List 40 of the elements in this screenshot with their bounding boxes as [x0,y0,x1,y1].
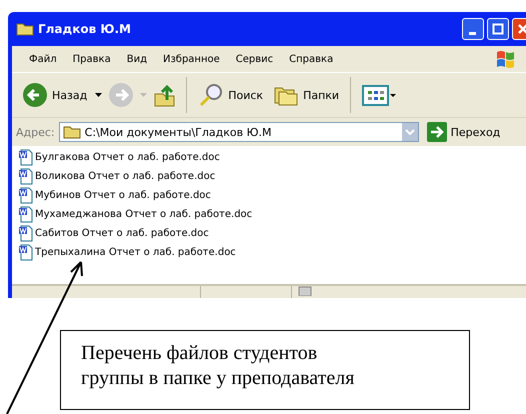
word-document-icon [18,206,34,223]
go-button[interactable]: Переход [422,122,504,142]
address-field[interactable]: C:\Мои документы\Гладков Ю.М [58,122,419,142]
word-document-icon [18,149,34,166]
file-item[interactable]: Булгакова Отчет о лаб. работе.doc [18,148,526,167]
views-button[interactable] [360,84,398,106]
views-icon [362,84,396,106]
back-button[interactable]: Назад [20,82,90,108]
callout-text: группы в папке у преподавателя [81,366,356,391]
folder-up-icon[interactable] [153,82,178,108]
word-document-icon [18,244,34,261]
folders-button[interactable]: Папки [271,83,342,107]
close-icon [517,23,526,35]
menu-item[interactable]: Избранное [156,54,229,64]
search-icon [198,82,224,108]
minimize-button[interactable] [462,18,484,40]
file-item[interactable]: Воликова Отчет о лаб. работе.doc [18,167,526,186]
maximize-icon [492,23,504,35]
file-item[interactable]: Мубинов Отчет о лаб. работе.doc [18,186,526,205]
file-item[interactable]: Трепыхалина Отчет о лаб. работе.doc [18,243,526,262]
word-document-icon [18,187,34,204]
menu-item[interactable]: Вид [120,54,156,64]
address-label: Адрес: [16,126,55,138]
minimize-icon [468,32,476,34]
dropdown-caret-icon[interactable] [95,93,102,97]
maximize-button[interactable] [487,18,509,40]
file-item[interactable]: Мухамеджанова Отчет о лаб. работе.doc [18,205,526,224]
menu-item[interactable]: Справка [282,54,342,64]
word-document-icon [18,168,34,185]
window-title: Гладков Ю.М [38,22,131,36]
folder-icon [62,125,81,139]
file-item[interactable]: Сабитов Отчет о лаб. работе.doc [18,224,526,243]
menu-item[interactable]: Сервис [228,54,282,64]
search-button[interactable]: Поиск [196,82,266,108]
word-document-icon [18,225,34,242]
menu-item[interactable]: Правка [66,54,120,64]
computer-icon [298,286,312,296]
callout-text: Перечень файлов студентов [81,341,318,366]
folder-icon [16,22,34,36]
menu-item[interactable]: Файл [22,54,66,64]
